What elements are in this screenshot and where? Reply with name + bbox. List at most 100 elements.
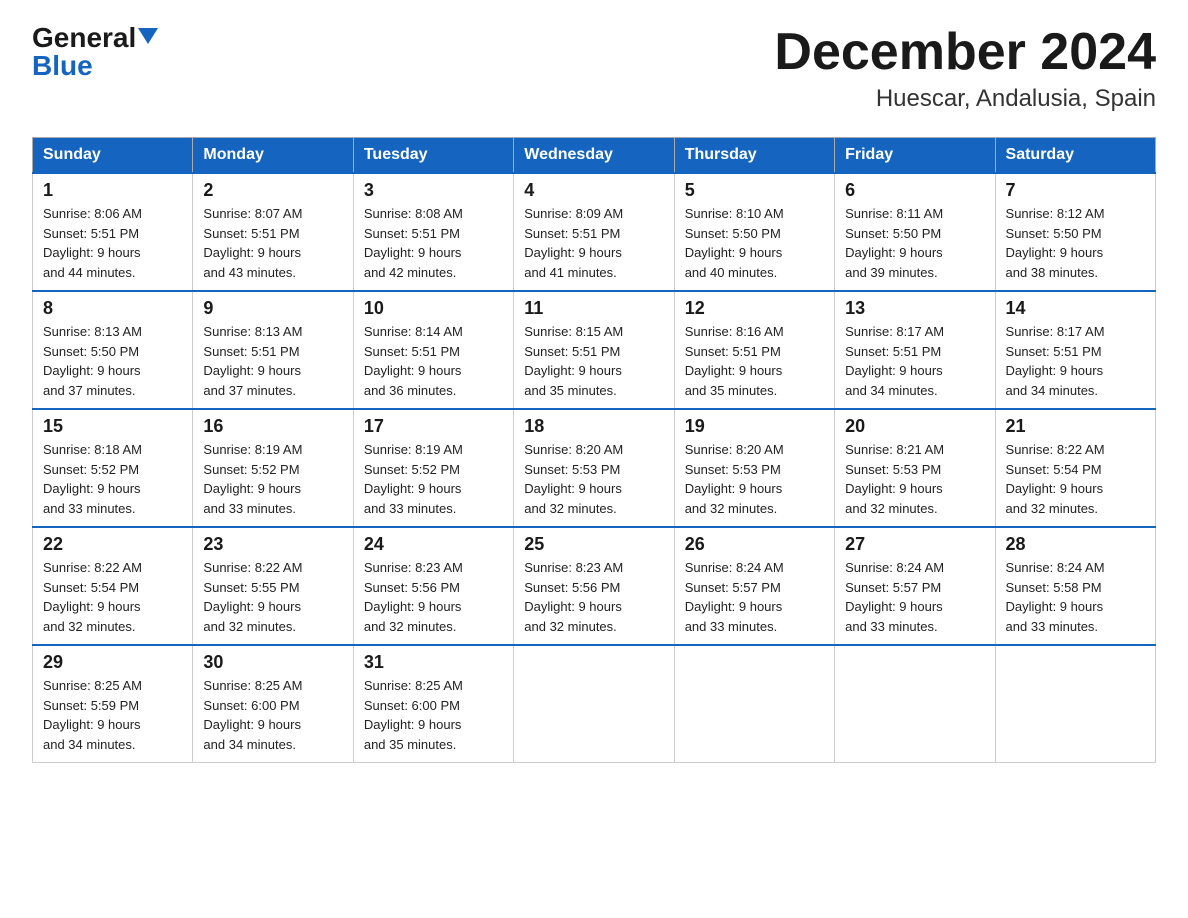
table-row: 24 Sunrise: 8:23 AM Sunset: 5:56 PM Dayl… [353,527,513,645]
day-number: 18 [524,416,663,437]
day-info: Sunrise: 8:23 AM Sunset: 5:56 PM Dayligh… [364,558,503,636]
table-row: 12 Sunrise: 8:16 AM Sunset: 5:51 PM Dayl… [674,291,834,409]
day-info: Sunrise: 8:23 AM Sunset: 5:56 PM Dayligh… [524,558,663,636]
table-row: 16 Sunrise: 8:19 AM Sunset: 5:52 PM Dayl… [193,409,353,527]
day-number: 10 [364,298,503,319]
table-row: 21 Sunrise: 8:22 AM Sunset: 5:54 PM Dayl… [995,409,1155,527]
day-info: Sunrise: 8:14 AM Sunset: 5:51 PM Dayligh… [364,322,503,400]
table-row: 25 Sunrise: 8:23 AM Sunset: 5:56 PM Dayl… [514,527,674,645]
col-saturday: Saturday [995,138,1155,174]
day-number: 7 [1006,180,1145,201]
day-info: Sunrise: 8:22 AM Sunset: 5:54 PM Dayligh… [43,558,182,636]
calendar-week-row: 29 Sunrise: 8:25 AM Sunset: 5:59 PM Dayl… [33,645,1156,763]
day-info: Sunrise: 8:24 AM Sunset: 5:57 PM Dayligh… [845,558,984,636]
col-friday: Friday [835,138,995,174]
page-header: General Blue December 2024 Huescar, Anda… [32,24,1156,113]
calendar-week-row: 22 Sunrise: 8:22 AM Sunset: 5:54 PM Dayl… [33,527,1156,645]
day-info: Sunrise: 8:19 AM Sunset: 5:52 PM Dayligh… [364,440,503,518]
day-info: Sunrise: 8:18 AM Sunset: 5:52 PM Dayligh… [43,440,182,518]
logo-blue-text: Blue [32,52,93,80]
table-row: 20 Sunrise: 8:21 AM Sunset: 5:53 PM Dayl… [835,409,995,527]
calendar-header-row: Sunday Monday Tuesday Wednesday Thursday… [33,138,1156,174]
logo-triangle-icon [138,28,158,44]
table-row: 18 Sunrise: 8:20 AM Sunset: 5:53 PM Dayl… [514,409,674,527]
day-info: Sunrise: 8:06 AM Sunset: 5:51 PM Dayligh… [43,204,182,282]
day-number: 22 [43,534,182,555]
day-info: Sunrise: 8:10 AM Sunset: 5:50 PM Dayligh… [685,204,824,282]
table-row: 11 Sunrise: 8:15 AM Sunset: 5:51 PM Dayl… [514,291,674,409]
day-number: 24 [364,534,503,555]
table-row: 2 Sunrise: 8:07 AM Sunset: 5:51 PM Dayli… [193,173,353,291]
day-info: Sunrise: 8:22 AM Sunset: 5:54 PM Dayligh… [1006,440,1145,518]
day-info: Sunrise: 8:13 AM Sunset: 5:50 PM Dayligh… [43,322,182,400]
calendar-table: Sunday Monday Tuesday Wednesday Thursday… [32,137,1156,763]
day-info: Sunrise: 8:15 AM Sunset: 5:51 PM Dayligh… [524,322,663,400]
table-row: 10 Sunrise: 8:14 AM Sunset: 5:51 PM Dayl… [353,291,513,409]
table-row: 28 Sunrise: 8:24 AM Sunset: 5:58 PM Dayl… [995,527,1155,645]
table-row: 17 Sunrise: 8:19 AM Sunset: 5:52 PM Dayl… [353,409,513,527]
day-info: Sunrise: 8:24 AM Sunset: 5:57 PM Dayligh… [685,558,824,636]
day-info: Sunrise: 8:11 AM Sunset: 5:50 PM Dayligh… [845,204,984,282]
day-number: 17 [364,416,503,437]
col-thursday: Thursday [674,138,834,174]
table-row: 26 Sunrise: 8:24 AM Sunset: 5:57 PM Dayl… [674,527,834,645]
table-row: 15 Sunrise: 8:18 AM Sunset: 5:52 PM Dayl… [33,409,193,527]
day-info: Sunrise: 8:16 AM Sunset: 5:51 PM Dayligh… [685,322,824,400]
table-row: 4 Sunrise: 8:09 AM Sunset: 5:51 PM Dayli… [514,173,674,291]
col-wednesday: Wednesday [514,138,674,174]
day-number: 14 [1006,298,1145,319]
table-row: 7 Sunrise: 8:12 AM Sunset: 5:50 PM Dayli… [995,173,1155,291]
day-number: 27 [845,534,984,555]
day-info: Sunrise: 8:19 AM Sunset: 5:52 PM Dayligh… [203,440,342,518]
day-info: Sunrise: 8:25 AM Sunset: 6:00 PM Dayligh… [364,676,503,754]
table-row: 29 Sunrise: 8:25 AM Sunset: 5:59 PM Dayl… [33,645,193,763]
table-row: 22 Sunrise: 8:22 AM Sunset: 5:54 PM Dayl… [33,527,193,645]
day-info: Sunrise: 8:08 AM Sunset: 5:51 PM Dayligh… [364,204,503,282]
day-number: 11 [524,298,663,319]
day-number: 4 [524,180,663,201]
day-info: Sunrise: 8:21 AM Sunset: 5:53 PM Dayligh… [845,440,984,518]
day-number: 20 [845,416,984,437]
day-info: Sunrise: 8:17 AM Sunset: 5:51 PM Dayligh… [1006,322,1145,400]
day-info: Sunrise: 8:13 AM Sunset: 5:51 PM Dayligh… [203,322,342,400]
table-row: 30 Sunrise: 8:25 AM Sunset: 6:00 PM Dayl… [193,645,353,763]
col-sunday: Sunday [33,138,193,174]
day-number: 26 [685,534,824,555]
day-info: Sunrise: 8:24 AM Sunset: 5:58 PM Dayligh… [1006,558,1145,636]
day-info: Sunrise: 8:17 AM Sunset: 5:51 PM Dayligh… [845,322,984,400]
table-row [995,645,1155,763]
day-info: Sunrise: 8:20 AM Sunset: 5:53 PM Dayligh… [685,440,824,518]
day-number: 5 [685,180,824,201]
table-row: 14 Sunrise: 8:17 AM Sunset: 5:51 PM Dayl… [995,291,1155,409]
table-row: 9 Sunrise: 8:13 AM Sunset: 5:51 PM Dayli… [193,291,353,409]
table-row: 8 Sunrise: 8:13 AM Sunset: 5:50 PM Dayli… [33,291,193,409]
col-tuesday: Tuesday [353,138,513,174]
day-number: 31 [364,652,503,673]
table-row: 31 Sunrise: 8:25 AM Sunset: 6:00 PM Dayl… [353,645,513,763]
table-row [835,645,995,763]
day-number: 1 [43,180,182,201]
title-block: December 2024 Huescar, Andalusia, Spain [774,24,1156,113]
day-number: 13 [845,298,984,319]
day-info: Sunrise: 8:07 AM Sunset: 5:51 PM Dayligh… [203,204,342,282]
day-number: 9 [203,298,342,319]
day-number: 30 [203,652,342,673]
day-info: Sunrise: 8:20 AM Sunset: 5:53 PM Dayligh… [524,440,663,518]
calendar-location: Huescar, Andalusia, Spain [774,85,1156,113]
logo: General Blue [32,24,158,80]
day-info: Sunrise: 8:25 AM Sunset: 6:00 PM Dayligh… [203,676,342,754]
day-number: 16 [203,416,342,437]
table-row: 6 Sunrise: 8:11 AM Sunset: 5:50 PM Dayli… [835,173,995,291]
day-info: Sunrise: 8:25 AM Sunset: 5:59 PM Dayligh… [43,676,182,754]
day-info: Sunrise: 8:12 AM Sunset: 5:50 PM Dayligh… [1006,204,1145,282]
day-number: 28 [1006,534,1145,555]
day-number: 2 [203,180,342,201]
day-number: 19 [685,416,824,437]
table-row: 5 Sunrise: 8:10 AM Sunset: 5:50 PM Dayli… [674,173,834,291]
table-row [674,645,834,763]
day-number: 8 [43,298,182,319]
table-row: 3 Sunrise: 8:08 AM Sunset: 5:51 PM Dayli… [353,173,513,291]
calendar-week-row: 1 Sunrise: 8:06 AM Sunset: 5:51 PM Dayli… [33,173,1156,291]
table-row [514,645,674,763]
calendar-week-row: 15 Sunrise: 8:18 AM Sunset: 5:52 PM Dayl… [33,409,1156,527]
